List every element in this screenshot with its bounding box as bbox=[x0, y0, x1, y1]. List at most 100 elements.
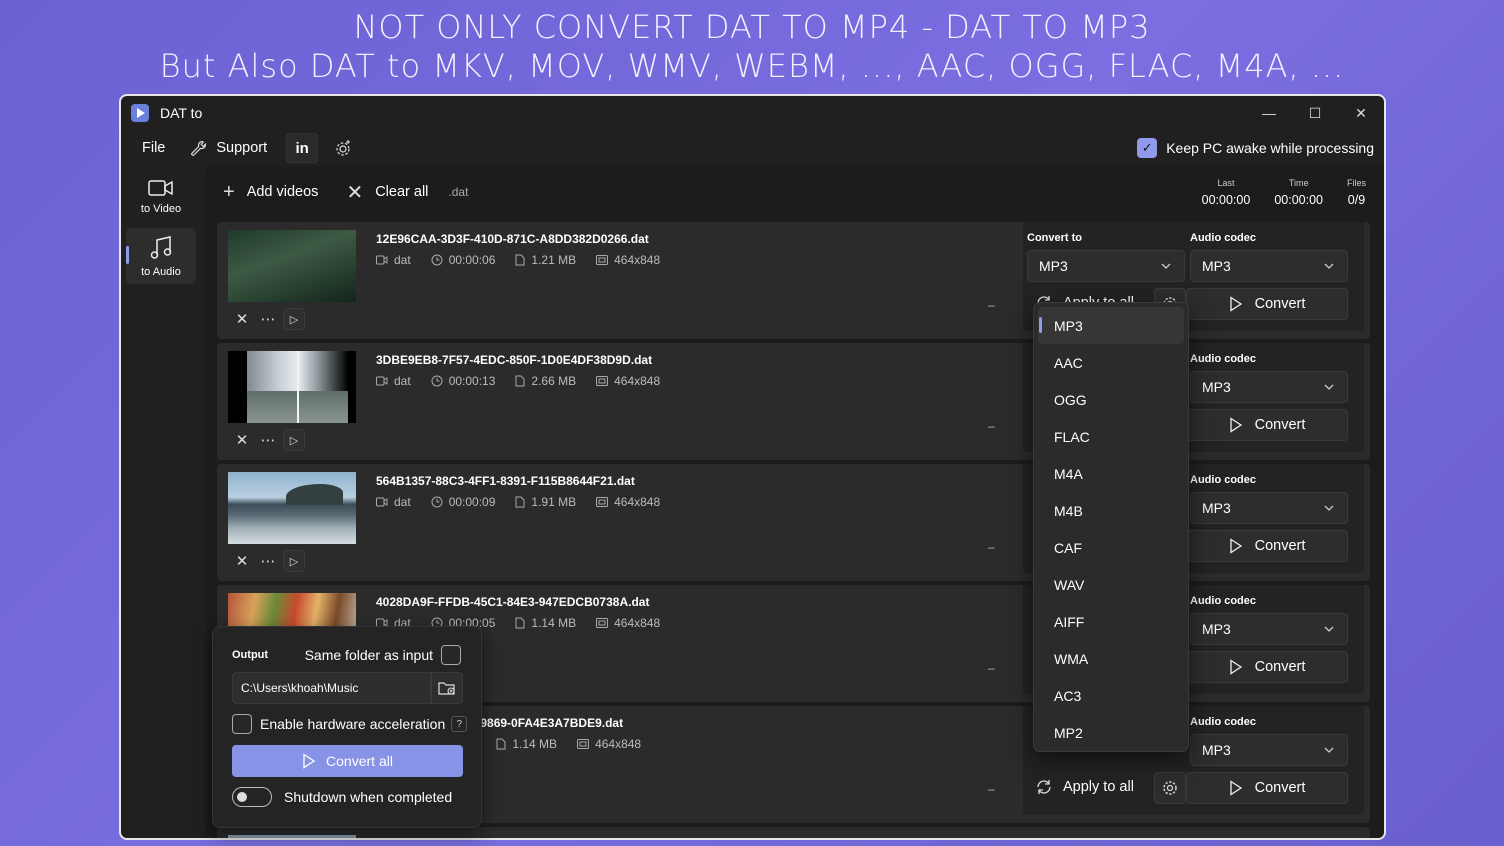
convert-button[interactable]: Convert bbox=[1186, 772, 1348, 804]
convert-button[interactable]: Convert bbox=[1186, 288, 1348, 320]
output-settings-panel: Output Same folder as input C:\Users\kho… bbox=[212, 626, 482, 828]
progress-status: – bbox=[988, 419, 995, 433]
stat-last-label: Last bbox=[1217, 178, 1235, 188]
add-videos-label: Add videos bbox=[246, 184, 319, 200]
nav-to-audio[interactable]: to Audio bbox=[126, 228, 196, 284]
title-bar: DAT to — ☐ ✕ bbox=[121, 96, 1384, 130]
play-button[interactable]: ▷ bbox=[283, 308, 305, 330]
resolution-icon bbox=[596, 618, 609, 628]
convert-to-dropdown[interactable]: MP3 bbox=[1027, 250, 1185, 282]
stat-files-value: 0/9 bbox=[1347, 193, 1366, 207]
refresh-icon bbox=[1037, 780, 1051, 794]
play-button[interactable]: ▷ bbox=[283, 550, 305, 572]
audio-codec-dropdown[interactable]: MP3 bbox=[1190, 492, 1348, 524]
convert-label: Convert bbox=[1254, 538, 1306, 554]
resolution-icon bbox=[596, 497, 609, 507]
file-type: dat bbox=[394, 253, 411, 267]
play-icon bbox=[1229, 417, 1242, 433]
audio-codec-dropdown[interactable]: MP3 bbox=[1190, 613, 1348, 645]
format-option[interactable]: OGG bbox=[1038, 381, 1184, 418]
progress-status: – bbox=[988, 661, 995, 675]
codec-settings-button[interactable] bbox=[1154, 772, 1186, 804]
format-option[interactable]: M4A bbox=[1038, 455, 1184, 492]
close-window-button[interactable]: ✕ bbox=[1338, 96, 1384, 130]
minimize-button[interactable]: — bbox=[1246, 96, 1292, 130]
file-duration: 00:00:06 bbox=[448, 253, 496, 267]
format-option[interactable]: MP2 bbox=[1038, 714, 1184, 751]
file-resolution: 464x848 bbox=[614, 495, 661, 509]
audio-codec-dropdown[interactable]: MP3 bbox=[1190, 371, 1348, 403]
file-meta: 05 1.14 MB 464x848 bbox=[463, 737, 661, 751]
more-options-button[interactable]: ⋯ bbox=[257, 550, 279, 572]
banner-line-1: NOT ONLY CONVERT DAT TO MP4 - DAT TO MP3 bbox=[353, 8, 1151, 46]
keep-awake-checkbox[interactable]: ✓ Keep PC awake while processing bbox=[1137, 138, 1374, 158]
nav-to-audio-label: to Audio bbox=[141, 265, 181, 278]
format-option[interactable]: AAC bbox=[1038, 344, 1184, 381]
play-icon bbox=[1229, 538, 1242, 554]
stat-files: Files 0/9 bbox=[1347, 178, 1366, 207]
audio-codec-dropdown[interactable]: MP3 bbox=[1190, 734, 1348, 766]
format-option[interactable]: CAF bbox=[1038, 529, 1184, 566]
nav-to-video[interactable]: to Video bbox=[126, 168, 196, 224]
app-logo-icon bbox=[131, 104, 149, 122]
format-option[interactable]: M4B bbox=[1038, 492, 1184, 529]
same-folder-checkbox[interactable]: Same folder as input bbox=[305, 645, 461, 665]
stats-area: Last 00:00:00 Time 00:00:00 Files 0/9 bbox=[1178, 178, 1366, 207]
convert-all-button[interactable]: Convert all bbox=[232, 745, 463, 777]
file-resolution: 464x848 bbox=[614, 616, 661, 630]
file-duration: 00:00:13 bbox=[448, 374, 496, 388]
clear-all-button[interactable]: ✕ Clear all bbox=[346, 180, 428, 205]
audio-codec-dropdown[interactable]: MP3 bbox=[1190, 250, 1348, 282]
audio-codec-label: Audio codec bbox=[1190, 353, 1257, 365]
resolution-icon bbox=[596, 376, 609, 386]
same-folder-label: Same folder as input bbox=[304, 647, 433, 663]
hardware-acceleration-label: Enable hardware acceleration bbox=[260, 716, 446, 732]
browse-folder-button[interactable] bbox=[431, 672, 463, 704]
menu-support[interactable]: Support bbox=[190, 140, 267, 157]
help-icon[interactable]: ? bbox=[451, 716, 468, 732]
format-option[interactable]: MP3 bbox=[1038, 307, 1184, 344]
hardware-acceleration-checkbox[interactable]: Enable hardware acceleration ? bbox=[232, 714, 468, 734]
remove-file-button[interactable]: ✕ bbox=[231, 308, 253, 330]
more-options-button[interactable]: ⋯ bbox=[257, 429, 279, 451]
stat-time-value: 00:00:00 bbox=[1274, 193, 1323, 207]
stat-time-label: Time bbox=[1288, 178, 1309, 188]
chevron-down-icon bbox=[1324, 747, 1334, 753]
play-icon bbox=[1229, 659, 1242, 675]
clear-all-label: Clear all bbox=[375, 184, 429, 200]
chevron-down-icon bbox=[1324, 384, 1334, 390]
clock-icon bbox=[431, 254, 443, 266]
shutdown-toggle[interactable]: Shutdown when completed bbox=[232, 787, 452, 807]
file-resolution: 464x848 bbox=[614, 253, 661, 267]
remove-file-button[interactable]: ✕ bbox=[231, 429, 253, 451]
format-option[interactable]: FLAC bbox=[1038, 418, 1184, 455]
format-option[interactable]: WMA bbox=[1038, 640, 1184, 677]
banner-line-2: But Also DAT to MKV, MOV, WMV, WEBM, ...… bbox=[159, 47, 1345, 85]
play-button[interactable]: ▷ bbox=[283, 429, 305, 451]
convert-button[interactable]: Convert bbox=[1186, 651, 1348, 683]
format-dropdown-list: MP3 AAC OGG FLAC M4A M4B CAF WAV AIFF WM… bbox=[1033, 302, 1189, 752]
format-option[interactable]: AC3 bbox=[1038, 677, 1184, 714]
file-size: 1.91 MB bbox=[531, 495, 577, 509]
remove-file-button[interactable]: ✕ bbox=[231, 550, 253, 572]
convert-all-label: Convert all bbox=[326, 753, 393, 769]
maximize-button[interactable]: ☐ bbox=[1292, 96, 1338, 130]
audio-codec-value: MP3 bbox=[1202, 379, 1231, 395]
add-videos-button[interactable]: + Add videos bbox=[223, 181, 318, 204]
settings-menu-button[interactable] bbox=[334, 139, 361, 157]
convert-button[interactable]: Convert bbox=[1186, 530, 1348, 562]
menu-file[interactable]: File bbox=[142, 140, 165, 156]
apply-to-all-button[interactable]: Apply to all bbox=[1035, 778, 1134, 796]
audio-codec-value: MP3 bbox=[1202, 258, 1231, 274]
convert-button[interactable]: Convert bbox=[1186, 409, 1348, 441]
format-option[interactable]: AIFF bbox=[1038, 603, 1184, 640]
file-name: 564B1357-88C3-4FF1-8391-F115B8644F21.dat bbox=[376, 474, 635, 488]
toggle-switch bbox=[232, 787, 272, 807]
file-meta: dat 00:00:09 1.91 MB 464x848 bbox=[376, 495, 680, 509]
output-path-field[interactable]: C:\Users\khoah\Music bbox=[232, 672, 431, 704]
more-options-button[interactable]: ⋯ bbox=[257, 308, 279, 330]
format-option[interactable]: WAV bbox=[1038, 566, 1184, 603]
file-name: 4028DA9F-FFDB-45C1-84E3-947EDCB0738A.dat bbox=[376, 595, 650, 609]
video-thumbnail bbox=[228, 351, 356, 423]
linkedin-button[interactable]: in bbox=[286, 133, 319, 163]
